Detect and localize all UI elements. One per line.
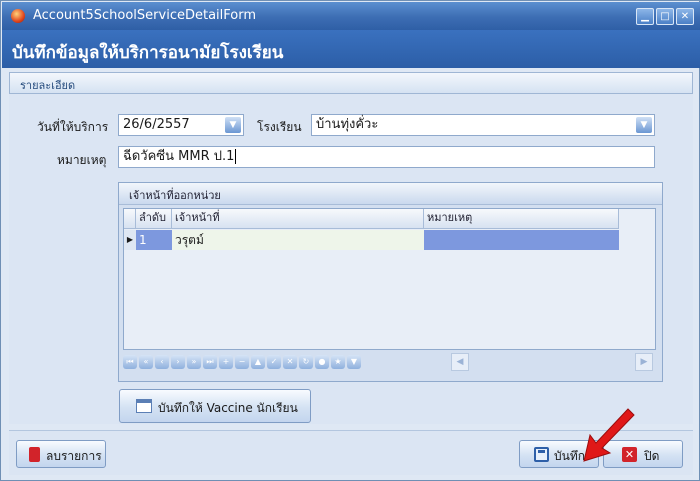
- next-page-icon[interactable]: »: [187, 355, 201, 369]
- scroll-right-icon[interactable]: ▶: [635, 353, 653, 371]
- service-date-label: วันที่ให้บริการ: [37, 120, 109, 134]
- remark-label: หมายเหตุ: [57, 153, 107, 167]
- first-page-icon[interactable]: ⏮: [123, 355, 137, 369]
- column-header-remark[interactable]: หมายเหตุ: [424, 209, 619, 229]
- window-title: Account5SchoolServiceDetailForm: [33, 8, 257, 23]
- service-date-field[interactable]: 26/6/2557 ▼: [118, 114, 244, 136]
- vaccine-button-label: บันทึกให้ Vaccine นักเรียน: [158, 401, 298, 415]
- school-select[interactable]: บ้านทุ่งคั่วะ ▼: [311, 114, 655, 136]
- cell-no[interactable]: 1: [136, 230, 172, 250]
- goto-bookmark-icon[interactable]: ★: [331, 355, 345, 369]
- add-record-icon[interactable]: +: [219, 355, 233, 369]
- save-bookmark-icon[interactable]: ●: [315, 355, 329, 369]
- delete-button-label: ลบรายการ: [46, 449, 102, 463]
- cancel-edit-icon[interactable]: ✕: [283, 355, 297, 369]
- school-label: โรงเรียน: [257, 120, 302, 134]
- app-logo-icon: [11, 9, 25, 23]
- delete-record-icon[interactable]: −: [235, 355, 249, 369]
- details-section-header: รายละเอียด: [9, 72, 693, 94]
- close-button-label: ปิด: [644, 449, 660, 463]
- filter-icon[interactable]: ▼: [347, 355, 361, 369]
- remark-value: ฉีดวัคซีน MMR ป.1: [123, 149, 235, 164]
- chevron-down-icon[interactable]: ▼: [636, 117, 652, 133]
- page-title: บันทึกข้อมูลให้บริการอนามัยโรงเรียน: [12, 43, 284, 63]
- section-title: รายละเอียด: [20, 79, 76, 92]
- vaccine-record-button[interactable]: บันทึกให้ Vaccine นักเรียน: [119, 389, 311, 423]
- column-header-staff[interactable]: เจ้าหน้าที่: [172, 209, 424, 229]
- floppy-disk-icon: [534, 447, 549, 462]
- text-caret: [235, 149, 237, 164]
- title-bar[interactable]: Account5SchoolServiceDetailForm ▁ □ ✕: [2, 2, 700, 30]
- staff-groupbox: เจ้าหน้าที่ออกหน่วย ลำดับ เจ้าหน้าที่ หม…: [118, 182, 663, 382]
- post-edit-icon[interactable]: ✓: [267, 355, 281, 369]
- row-indicator-header: [124, 209, 136, 229]
- chevron-down-icon[interactable]: ▼: [225, 117, 241, 133]
- service-date-value: 26/6/2557: [123, 117, 190, 132]
- current-row-indicator-icon: ▶: [124, 230, 136, 250]
- close-icon[interactable]: ✕: [676, 8, 694, 25]
- minimize-icon[interactable]: ▁: [636, 8, 654, 25]
- staff-group-header: เจ้าหน้าที่ออกหน่วย: [119, 183, 662, 205]
- cell-remark[interactable]: [424, 230, 619, 250]
- details-panel: วันที่ให้บริการ 26/6/2557 ▼ โรงเรียน บ้า…: [9, 94, 693, 424]
- maximize-icon[interactable]: □: [656, 8, 674, 25]
- trash-icon: [29, 447, 40, 462]
- annotation-arrow-icon: [583, 408, 635, 462]
- remark-input[interactable]: ฉีดวัคซีน MMR ป.1: [118, 146, 655, 168]
- previous-page-icon[interactable]: «: [139, 355, 153, 369]
- previous-record-icon[interactable]: ‹: [155, 355, 169, 369]
- staff-grid[interactable]: ลำดับ เจ้าหน้าที่ หมายเหตุ ▶ 1 วรุตม์: [123, 208, 656, 350]
- edit-record-icon[interactable]: ▲: [251, 355, 265, 369]
- cell-staff[interactable]: วรุตม์: [172, 230, 424, 250]
- form-header: บันทึกข้อมูลให้บริการอนามัยโรงเรียน: [2, 30, 700, 68]
- delete-record-button[interactable]: ลบรายการ: [16, 440, 106, 468]
- last-page-icon[interactable]: ⏭: [203, 355, 217, 369]
- staff-group-title: เจ้าหน้าที่ออกหน่วย: [129, 189, 221, 202]
- calendar-icon: [136, 399, 152, 413]
- school-value: บ้านทุ่งคั่วะ: [316, 117, 379, 132]
- scroll-left-icon[interactable]: ◀: [451, 353, 469, 371]
- next-record-icon[interactable]: ›: [171, 355, 185, 369]
- refresh-icon[interactable]: ↻: [299, 355, 313, 369]
- column-header-no[interactable]: ลำดับ: [136, 209, 172, 229]
